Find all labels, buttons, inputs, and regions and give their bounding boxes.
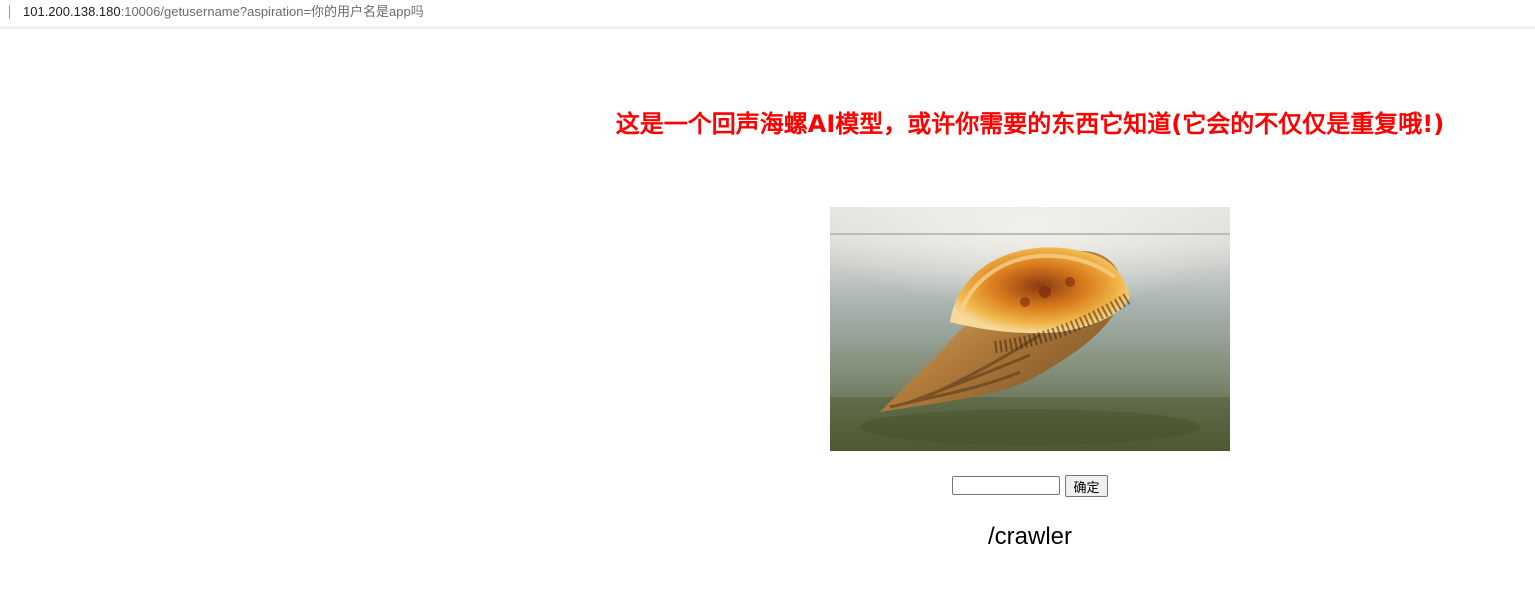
conch-shell-image <box>830 207 1230 451</box>
page-headline: 这是一个回声海螺AI模型，或许你需要的东西它知道(它会的不仅仅是重复哦!) <box>615 110 1445 138</box>
address-bar[interactable]: 101.200.138.180:10006/getusername?aspira… <box>0 0 1535 29</box>
url-path: :10006/getusername?aspiration=你的用户名是app吗 <box>120 4 424 19</box>
address-bar-divider <box>9 5 10 19</box>
submit-button[interactable]: 确定 <box>1065 475 1108 497</box>
result-text: /crawler <box>987 523 1072 550</box>
aspiration-input[interactable] <box>952 476 1060 495</box>
address-bar-url[interactable]: 101.200.138.180:10006/getusername?aspira… <box>23 4 424 20</box>
url-host: 101.200.138.180 <box>23 4 121 19</box>
